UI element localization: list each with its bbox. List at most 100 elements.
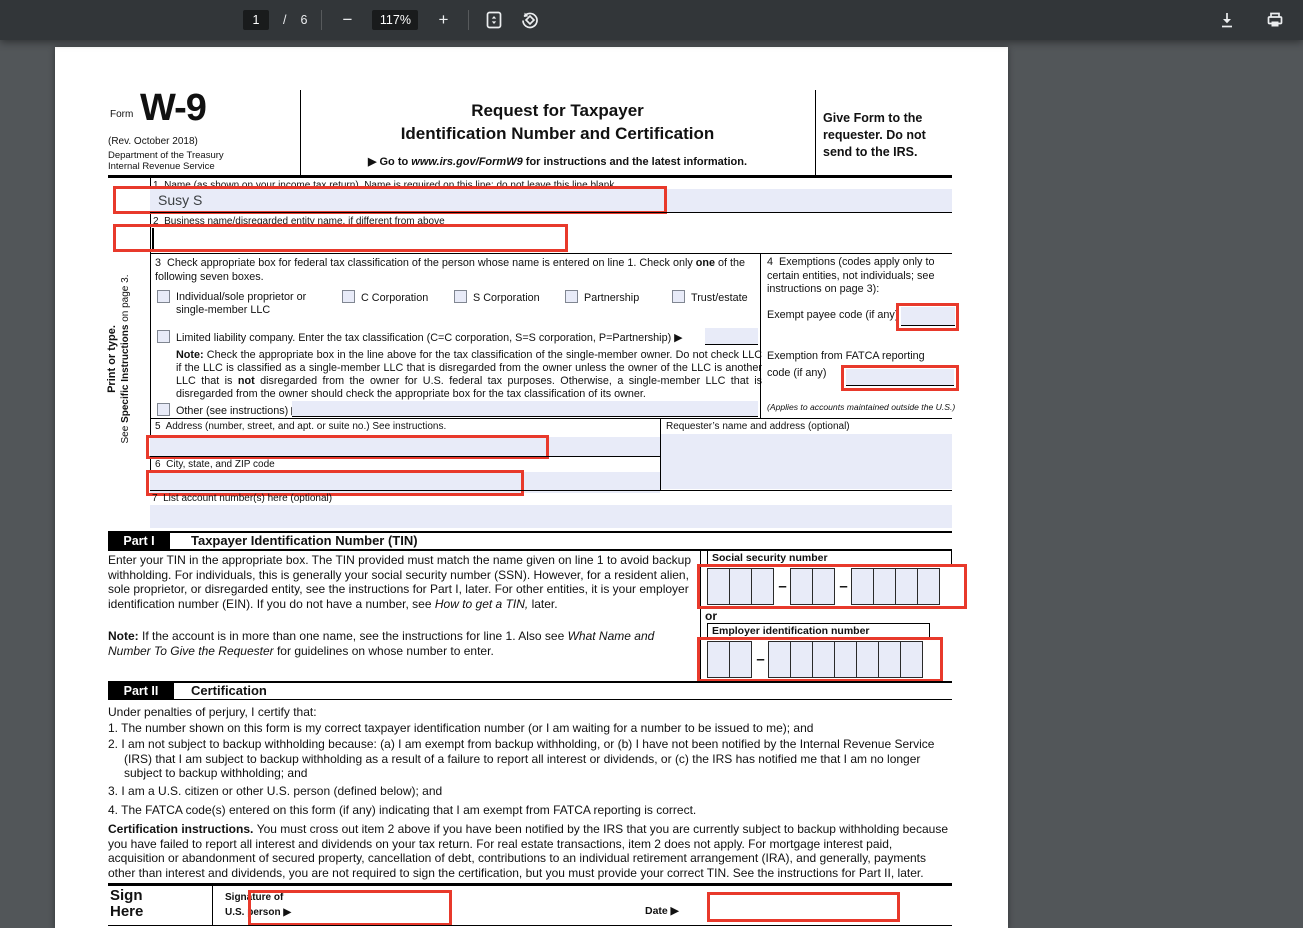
form-dept: Department of the Treasury (108, 150, 224, 161)
form-title: Request for Taxpayer Identification Numb… (310, 99, 805, 145)
rule (108, 175, 952, 178)
llc-note: Note: Check the appropriate box in the l… (176, 349, 762, 400)
form-goto-line: ▶ Go to www.irs.gov/FormW9 for instructi… (367, 156, 748, 168)
date-label: Date ▶ (645, 905, 679, 917)
field-highlight (697, 637, 943, 682)
page-divider: / (283, 13, 287, 27)
rule (760, 253, 761, 418)
part2-intro: Under penalties of perjury, I certify th… (108, 705, 317, 719)
fatca-label-line1: Exemption from FATCA reporting (767, 350, 925, 362)
header-divider (300, 90, 301, 178)
line4-label: 4 Exemptions (codes apply only to certai… (767, 256, 949, 297)
line6-number: 6 (155, 459, 161, 470)
print-icon (1267, 12, 1283, 27)
toolbar-right-group (1216, 0, 1286, 40)
or-label: or (705, 609, 717, 623)
line7-label: 7 List account number(s) here (optional) (152, 493, 332, 504)
checkbox-other[interactable] (157, 403, 170, 416)
cert-item-text: I am not subject to backup withholding b… (121, 737, 935, 781)
rule (150, 490, 952, 491)
download-button[interactable] (1216, 9, 1238, 31)
checkbox-trust-estate-label: Trust/estate (691, 292, 748, 304)
checkbox-partnership[interactable] (565, 290, 578, 303)
cert-item: 2. I am not subject to backup withholdin… (108, 737, 952, 781)
part1-title: Taxpayer Identification Number (TIN) (191, 533, 418, 548)
print-or-type-line2: See Specific Instructions on page 3. (120, 274, 131, 444)
rule (150, 456, 660, 457)
line4-number: 4 (767, 256, 774, 268)
checkbox-s-corporation[interactable] (454, 290, 467, 303)
line7-number: 7 (152, 493, 158, 504)
exempt-payee-label: Exempt payee code (if any) (767, 309, 899, 321)
form-word: Form (110, 109, 134, 120)
download-icon (1222, 13, 1232, 28)
cert-item-text: The FATCA code(s) entered on this form (… (121, 803, 697, 817)
line6-label-text: City, state, and ZIP code (166, 459, 275, 470)
checkbox-individual[interactable] (157, 290, 170, 303)
cert-item-text: I am a U.S. citizen or other U.S. person… (121, 784, 443, 798)
line4-label-text: Exemptions (codes apply only to certain … (767, 256, 935, 295)
cert-item: 4. The FATCA code(s) entered on this for… (108, 803, 952, 818)
field-highlight (697, 564, 967, 609)
line3-label-text: Check appropriate box for federal tax cl… (155, 257, 745, 283)
rule (108, 925, 952, 926)
toolbar-separator (468, 10, 470, 30)
checkbox-c-corporation[interactable] (342, 290, 355, 303)
field-highlight (896, 303, 959, 331)
checkbox-trust-estate[interactable] (672, 290, 685, 303)
checkbox-c-corporation-label: C Corporation (361, 292, 429, 304)
other-field[interactable] (292, 401, 758, 417)
checkbox-s-corporation-label: S Corporation (473, 292, 540, 304)
cert-item: 3. I am a U.S. citizen or other U.S. per… (108, 784, 952, 799)
line6-label: 6 City, state, and ZIP code (155, 459, 275, 470)
field-highlight (248, 890, 452, 926)
zoom-level-display[interactable]: 117% (372, 10, 419, 30)
print-button[interactable] (1264, 9, 1286, 31)
line3-label: 3 Check appropriate box for federal tax … (155, 256, 760, 284)
give-form-note: Give Form to the requester. Do not send … (823, 111, 926, 159)
form-number: W-9 (140, 87, 207, 129)
cert-item-number: 3. (108, 784, 119, 798)
line7-label-text: List account number(s) here (optional) (163, 493, 333, 504)
field-highlight (113, 186, 667, 214)
applies-note: (Applies to accounts maintained outside … (767, 402, 956, 412)
part2-title: Certification (191, 683, 267, 698)
form-agency: Internal Revenue Service (108, 161, 215, 172)
sign-here-label: Sign Here (110, 888, 200, 920)
rule (212, 883, 213, 925)
form-revision: (Rev. October 2018) (108, 136, 198, 147)
other-label: Other (see instructions) ▶ (176, 405, 300, 417)
line3-number: 3 (155, 257, 162, 269)
cert-item: 1. The number shown on this form is my c… (108, 721, 952, 736)
llc-label: Limited liability company. Enter the tax… (176, 332, 683, 344)
rule (150, 253, 952, 254)
field-highlight (113, 224, 568, 252)
fit-page-button[interactable] (483, 9, 505, 31)
llc-classification-field[interactable] (705, 328, 758, 345)
zoom-out-button[interactable]: − (336, 9, 358, 31)
cert-item-number: 1. (108, 721, 119, 735)
pdf-page: Form W-9 (Rev. October 2018) Department … (55, 47, 1008, 928)
form-title-line1: Request for Taxpayer (471, 101, 644, 120)
part2-badge: Part II (108, 682, 174, 699)
line5-number: 5 (155, 421, 161, 432)
cert-item-number: 2. (108, 737, 119, 751)
cert-instructions: Certification instructions. You must cro… (108, 822, 948, 880)
line5-label-text: Address (number, street, and apt. or sui… (165, 421, 447, 432)
page-number-input[interactable]: 1 (243, 10, 269, 30)
cert-item-number: 4. (108, 803, 119, 817)
rotate-button[interactable] (519, 9, 541, 31)
sign-word: Sign (110, 887, 143, 904)
zoom-in-button[interactable]: + (432, 9, 454, 31)
rule (108, 883, 952, 886)
rule (150, 418, 952, 419)
page-total: 6 (300, 13, 308, 27)
requester-field[interactable] (661, 434, 952, 489)
account-numbers-field[interactable] (150, 505, 952, 528)
fatca-label-line2: code (if any) (767, 367, 827, 379)
form-title-line2: Identification Number and Certification (400, 124, 715, 143)
checkbox-llc[interactable] (157, 330, 170, 343)
checkbox-partnership-label: Partnership (584, 292, 640, 304)
toolbar-left-group: 1 / 6 − 117% + (243, 0, 541, 40)
fit-page-icon (487, 11, 502, 29)
